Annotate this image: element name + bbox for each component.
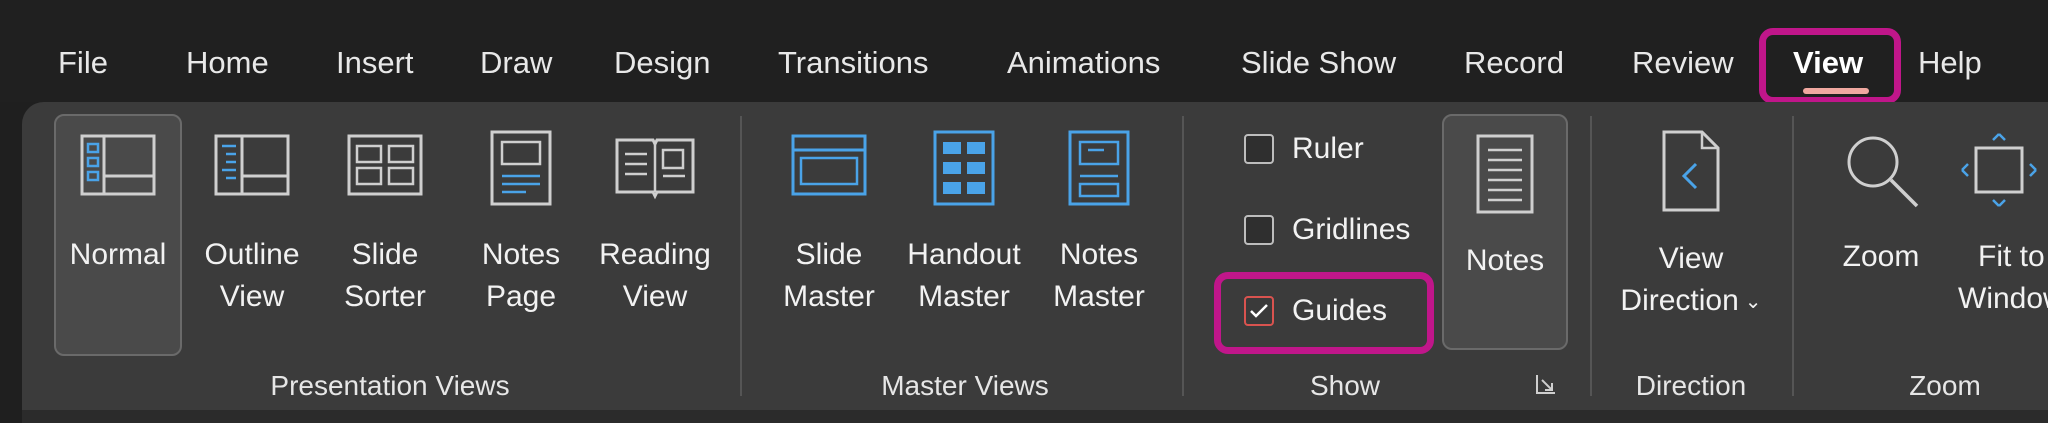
tab-insert[interactable]: Insert — [336, 44, 414, 82]
view-direction-label-2: Direction ⌄ — [1620, 284, 1762, 317]
tab-animations[interactable]: Animations — [1007, 44, 1160, 82]
normal-label: Normal — [69, 238, 167, 271]
reading-view-icon — [615, 138, 695, 200]
slide-master-button[interactable]: Slide Master — [772, 130, 886, 318]
notes-label: Notes — [1465, 244, 1545, 277]
ribbon-bottom-edge — [22, 410, 2048, 423]
tab-slide-show[interactable]: Slide Show — [1241, 44, 1396, 82]
notes-page-label-2: Page — [485, 280, 557, 313]
handout-master-button[interactable]: Handout Master — [896, 130, 1032, 318]
notes-page-label-1: Notes — [481, 238, 561, 271]
group-separator — [1792, 116, 1794, 396]
magnifier-icon — [1847, 136, 1919, 208]
ruler-label: Ruler — [1292, 132, 1364, 165]
tab-design[interactable]: Design — [614, 44, 711, 82]
guides-highlight — [1214, 272, 1434, 354]
group-label-zoom: Zoom — [1909, 370, 1981, 401]
slide-sorter-button[interactable]: Slide Sorter — [330, 130, 440, 318]
tab-record[interactable]: Record — [1464, 44, 1564, 82]
tab-file[interactable]: File — [58, 44, 108, 82]
view-tab-highlight — [1759, 28, 1901, 104]
tab-help[interactable]: Help — [1918, 44, 1982, 82]
fit-to-window-button[interactable]: Fit to Window — [1950, 130, 2048, 320]
slide-sorter-label-2: Sorter — [344, 280, 426, 313]
outline-view-label-2: View — [219, 280, 285, 313]
chevron-down-icon: ⌄ — [1744, 291, 1762, 314]
slide-master-icon — [791, 134, 867, 196]
view-direction-button[interactable]: View Direction ⌄ — [1606, 130, 1776, 323]
group-label-master-views: Master Views — [881, 370, 1049, 401]
fit-to-window-label-2: Window — [1958, 282, 2048, 315]
notes-master-label-2: Master — [1053, 280, 1145, 313]
group-label-show: Show — [1309, 370, 1381, 401]
slide-master-label-2: Master — [783, 280, 875, 313]
outline-view-icon — [214, 134, 290, 196]
view-direction-label-1: View — [1658, 242, 1724, 275]
tab-home[interactable]: Home — [186, 44, 269, 82]
tab-review[interactable]: Review — [1632, 44, 1734, 82]
notes-icon — [1476, 134, 1534, 214]
gridlines-label: Gridlines — [1292, 213, 1411, 246]
view-direction-icon — [1662, 130, 1720, 212]
zoom-label: Zoom — [1842, 240, 1920, 273]
handout-master-label-1: Handout — [907, 238, 1021, 271]
reading-view-button[interactable]: Reading View — [594, 130, 716, 318]
zoom-button[interactable]: Zoom — [1818, 130, 1944, 278]
notes-master-icon — [1068, 130, 1130, 206]
tab-draw[interactable]: Draw — [480, 44, 552, 82]
notes-button[interactable]: Notes — [1442, 134, 1568, 282]
ruler-checkbox-row[interactable]: Ruler — [1244, 132, 1364, 166]
notes-page-button[interactable]: Notes Page — [466, 130, 576, 318]
normal-view-button[interactable]: Normal — [54, 130, 182, 276]
notes-page-icon — [490, 130, 552, 206]
notes-master-button[interactable]: Notes Master — [1042, 130, 1156, 318]
handout-master-label-2: Master — [918, 280, 1010, 313]
fit-to-window-label-1: Fit to — [1978, 240, 2045, 273]
ruler-checkbox[interactable] — [1244, 134, 1274, 164]
tab-transitions[interactable]: Transitions — [778, 44, 928, 82]
group-label-presentation-views: Presentation Views — [270, 370, 510, 401]
outline-view-button[interactable]: Outline View — [192, 130, 312, 318]
group-separator — [1182, 116, 1184, 396]
slide-sorter-label-1: Slide — [351, 238, 419, 271]
reading-view-label-2: View — [622, 280, 688, 313]
slide-sorter-icon — [347, 134, 423, 196]
reading-view-label-1: Reading — [599, 238, 711, 271]
gridlines-checkbox[interactable] — [1244, 215, 1274, 245]
gridlines-checkbox-row[interactable]: Gridlines — [1244, 213, 1410, 247]
group-label-direction: Direction — [1635, 370, 1747, 401]
normal-view-icon — [80, 134, 156, 196]
notes-master-label-1: Notes — [1059, 238, 1139, 271]
group-separator — [1590, 116, 1592, 396]
handout-master-icon — [933, 130, 995, 206]
slide-master-label-1: Slide — [795, 238, 863, 271]
outline-view-label-1: Outline — [204, 238, 300, 271]
group-separator — [740, 116, 742, 396]
fit-to-window-icon — [1961, 133, 2037, 207]
dialog-launcher-icon[interactable] — [1535, 373, 1557, 395]
